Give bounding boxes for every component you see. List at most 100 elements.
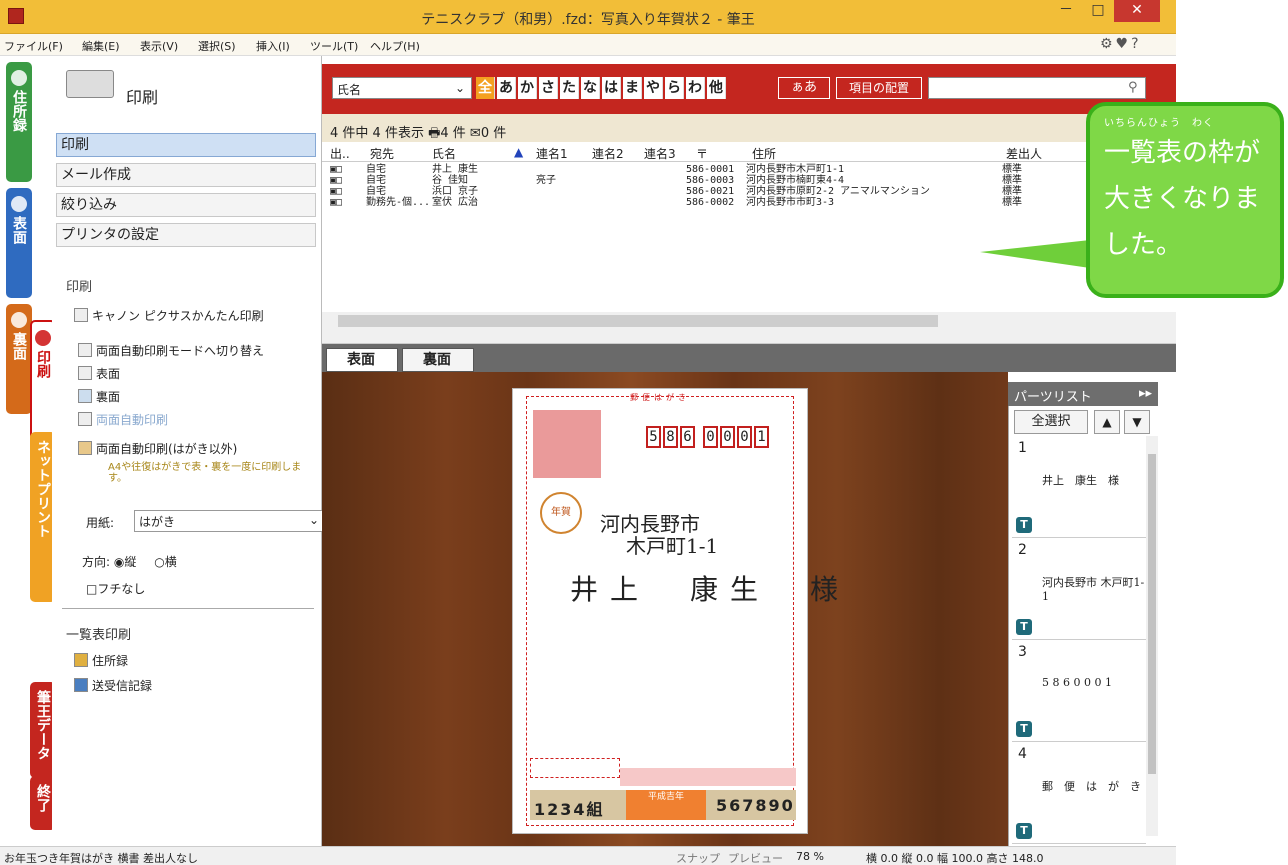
- kana-filter-10[interactable]: わ: [686, 77, 705, 99]
- menu-insert[interactable]: 挿入(I): [256, 38, 290, 54]
- cell-name: 谷 佳知: [432, 175, 469, 186]
- search-input[interactable]: [928, 77, 1146, 99]
- parts-list-item[interactable]: 4 郵 便 は が き T: [1012, 744, 1146, 844]
- pane-splitter[interactable]: [322, 330, 1176, 344]
- col-ren2[interactable]: 連名2: [592, 145, 624, 162]
- nav-mail[interactable]: メール作成: [56, 163, 316, 187]
- move-down-button[interactable]: ▼: [1124, 410, 1150, 434]
- menu-view[interactable]: 表示(V): [140, 38, 178, 54]
- kana-filter-0[interactable]: 全: [476, 77, 495, 99]
- kana-filter-9[interactable]: ら: [665, 77, 684, 99]
- recipient-address-line2[interactable]: 木戸町1-1: [626, 530, 718, 559]
- help-icons[interactable]: ⚙♥?: [1100, 36, 1142, 52]
- paper-select[interactable]: はがき ⌄: [134, 510, 326, 532]
- list-horizontal-scrollbar[interactable]: [322, 312, 1176, 330]
- menu-help[interactable]: ヘルプ(H): [370, 38, 420, 54]
- borderless-checkbox[interactable]: □フチなし: [86, 580, 145, 597]
- nav-filter[interactable]: 絞り込み: [56, 193, 316, 217]
- duplex-mode-option[interactable]: 両面自動印刷モードへ切り替え: [78, 342, 264, 359]
- front-tab-icon: [11, 196, 27, 212]
- back-print-option[interactable]: 裏面: [78, 388, 120, 405]
- col-name[interactable]: 氏名: [432, 145, 456, 162]
- kana-filter-4[interactable]: た: [560, 77, 579, 99]
- print-row-icon: ▣□: [330, 175, 343, 186]
- zip-digit-box: 8: [663, 426, 678, 448]
- callout-text: 一覧表の枠が大きくなりました。: [1104, 138, 1261, 260]
- col-ren3[interactable]: 連名3: [644, 145, 676, 162]
- kana-filter-1[interactable]: あ: [497, 77, 516, 99]
- kana-filter-11[interactable]: 他: [707, 77, 726, 99]
- duplex-print-option[interactable]: 両面自動印刷: [78, 411, 168, 428]
- cell-sender: 標準: [1002, 186, 1022, 197]
- kana-filter-5[interactable]: な: [581, 77, 600, 99]
- col-output[interactable]: 出..: [330, 145, 350, 162]
- preview-tab-front[interactable]: 表面: [326, 348, 398, 372]
- kana-filter-6[interactable]: は: [602, 77, 621, 99]
- print-row-icon: ▣□: [330, 197, 343, 208]
- table-row[interactable]: ▣□ 自宅 浜口 京子 586-0021 河内長野市原町2-2 アニマルマンション 標準: [322, 186, 1082, 197]
- new-year-postmark: 年賀: [540, 492, 582, 534]
- collapse-icon[interactable]: ▸▸: [1139, 386, 1152, 401]
- zip-digit-box: 0: [720, 426, 735, 448]
- preview-tab-back[interactable]: 裏面: [402, 348, 474, 372]
- col-sender[interactable]: 差出人: [1006, 145, 1042, 162]
- table-row[interactable]: ▣□ 自宅 谷 佳知 亮子 586-0003 河内長野市楠町東4-4 標準: [322, 175, 1082, 186]
- tab-back[interactable]: 裏面: [6, 304, 32, 414]
- maximize-button[interactable]: □: [1082, 0, 1114, 22]
- table-row[interactable]: ▣□ 勤務先-個... 室伏 広治 586-0002 河内長野市市町3-3 標準: [322, 197, 1082, 208]
- down-arrow-icon: ▼: [1132, 415, 1142, 429]
- search-icon[interactable]: ⚲: [1128, 80, 1138, 95]
- col-destination[interactable]: 宛先: [370, 145, 394, 162]
- parts-panel-header: パーツリスト ▸▸: [1008, 382, 1158, 406]
- move-up-button[interactable]: ▲: [1094, 410, 1120, 434]
- text-tool-icon: T: [1016, 823, 1032, 839]
- menu-file[interactable]: ファイル(F): [4, 38, 63, 54]
- duplex-non-postcard-option[interactable]: 両面自動印刷(はがき以外): [78, 440, 237, 457]
- parts-list-item[interactable]: 2 河内長野市 木戸町1-1 T: [1012, 540, 1146, 640]
- tab-front[interactable]: 表面: [6, 188, 32, 298]
- item-layout-button[interactable]: 項目の配置: [836, 77, 922, 99]
- table-row[interactable]: ▣□ 自宅 井上 康生 586-0001 河内長野市木戸町1-1 標準: [322, 164, 1082, 175]
- search-field-select[interactable]: 氏名 ⌄: [332, 77, 472, 99]
- nav-print[interactable]: 印刷: [56, 133, 316, 157]
- menu-select[interactable]: 選択(S): [198, 38, 236, 54]
- col-ren1[interactable]: 連名1: [536, 145, 568, 162]
- col-zip[interactable]: 〒: [696, 145, 708, 162]
- kana-filter-3[interactable]: さ: [539, 77, 558, 99]
- scroll-thumb[interactable]: [338, 315, 938, 327]
- kana-toggle-button[interactable]: ぁあ: [778, 77, 830, 99]
- landscape-radio[interactable]: ○横: [154, 555, 177, 569]
- portrait-radio[interactable]: ◉縦: [114, 555, 137, 569]
- front-print-option[interactable]: 表面: [78, 365, 120, 382]
- status-snap[interactable]: スナップ: [676, 850, 720, 865]
- text-tool-icon: T: [1016, 517, 1032, 533]
- tab-address-book[interactable]: 住所録: [6, 62, 32, 182]
- send-receive-print-option[interactable]: 送受信記録: [74, 677, 152, 694]
- canon-print-option[interactable]: キャノン ピクサスかんたん印刷: [74, 307, 264, 324]
- close-button[interactable]: ✕: [1114, 0, 1160, 22]
- parts-list-item[interactable]: 1 井上 康生 様 T: [1012, 438, 1146, 538]
- part-number: 1: [1018, 440, 1027, 456]
- menu-edit[interactable]: 編集(E): [82, 38, 120, 54]
- kana-filter-8[interactable]: や: [644, 77, 663, 99]
- nav-printer-settings[interactable]: プリンタの設定: [56, 223, 316, 247]
- zip-digit-box: 0: [737, 426, 752, 448]
- orientation-label: 方向:: [82, 555, 111, 569]
- parts-scrollbar[interactable]: [1146, 436, 1158, 836]
- address-book-print-option[interactable]: 住所録: [74, 652, 128, 669]
- cell-destination: 勤務先-個...: [366, 197, 431, 208]
- kana-filter-2[interactable]: か: [518, 77, 537, 99]
- status-preview[interactable]: プレビュー: [728, 850, 783, 865]
- parts-list-item[interactable]: 3 5 8 6 0 0 0 1 T: [1012, 642, 1146, 742]
- parts-scroll-thumb[interactable]: [1148, 454, 1156, 774]
- minimize-button[interactable]: －: [1050, 0, 1082, 22]
- select-all-button[interactable]: 全選択: [1014, 410, 1088, 434]
- col-address[interactable]: 住所: [752, 145, 776, 162]
- zip-code-boxes: 5860001: [646, 426, 771, 448]
- tab-print-label: 印刷: [35, 350, 51, 378]
- sender-zip-boxes: [530, 758, 620, 778]
- menu-tools[interactable]: ツール(T): [310, 38, 358, 54]
- count-text: 4 件中 4 件表示: [330, 126, 424, 141]
- recipient-name[interactable]: 井上 康生 様: [570, 568, 850, 608]
- kana-filter-7[interactable]: ま: [623, 77, 642, 99]
